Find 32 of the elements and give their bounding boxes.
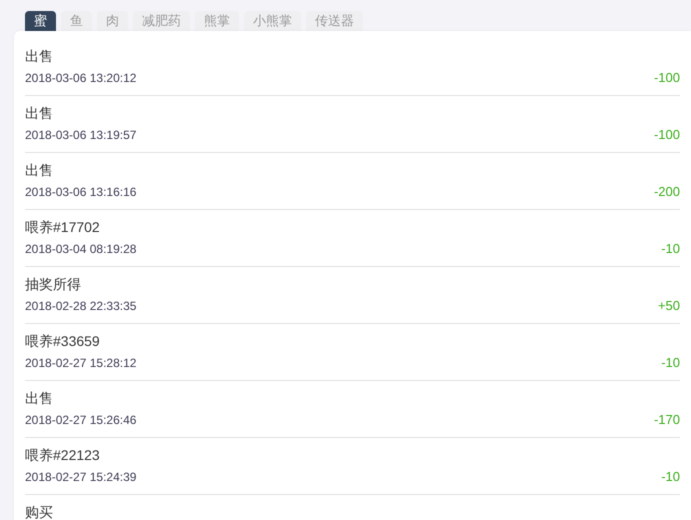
record-time: 2018-03-06 13:20:12: [25, 70, 136, 87]
record-time: 2018-03-06 13:16:16: [25, 184, 136, 201]
record-time: 2018-02-28 22:33:35: [25, 298, 136, 315]
record-title: 喂养#22123: [25, 446, 101, 465]
record-amount: -10: [661, 354, 680, 372]
record-title: 出售: [25, 104, 54, 123]
record-title: 喂养#17702: [25, 218, 101, 237]
record-amount: -170: [654, 411, 680, 429]
record-title: 出售: [25, 47, 54, 66]
record-title: 购买: [25, 503, 54, 520]
record-title: 抽奖所得: [25, 275, 82, 294]
record-amount: -200: [654, 183, 680, 201]
record-amount: -100: [654, 69, 680, 87]
category-tab[interactable]: 熊掌: [195, 11, 239, 31]
category-tab[interactable]: 蜜: [25, 11, 56, 31]
record-time: 2018-02-27 15:24:39: [25, 469, 136, 486]
category-tab[interactable]: 小熊掌: [244, 11, 301, 31]
category-tab[interactable]: 减肥药: [133, 11, 190, 31]
record-time: 2018-02-27 15:26:46: [25, 412, 136, 429]
record-title: 出售: [25, 389, 54, 408]
record-amount: -10: [661, 240, 680, 258]
record-title: 喂养#33659: [25, 332, 101, 351]
record-time: 2018-03-06 13:19:57: [25, 127, 136, 144]
record-amount: -10: [661, 468, 680, 486]
category-tab[interactable]: 肉: [97, 11, 128, 31]
record-amount: +50: [658, 297, 680, 315]
record-time: 2018-03-04 08:19:28: [25, 241, 136, 258]
record-title: 出售: [25, 161, 54, 180]
record-time: 2018-02-27 15:28:12: [25, 355, 136, 372]
record-amount: -100: [654, 126, 680, 144]
category-tab[interactable]: 鱼: [61, 11, 92, 31]
category-tab[interactable]: 传送器: [306, 11, 363, 31]
